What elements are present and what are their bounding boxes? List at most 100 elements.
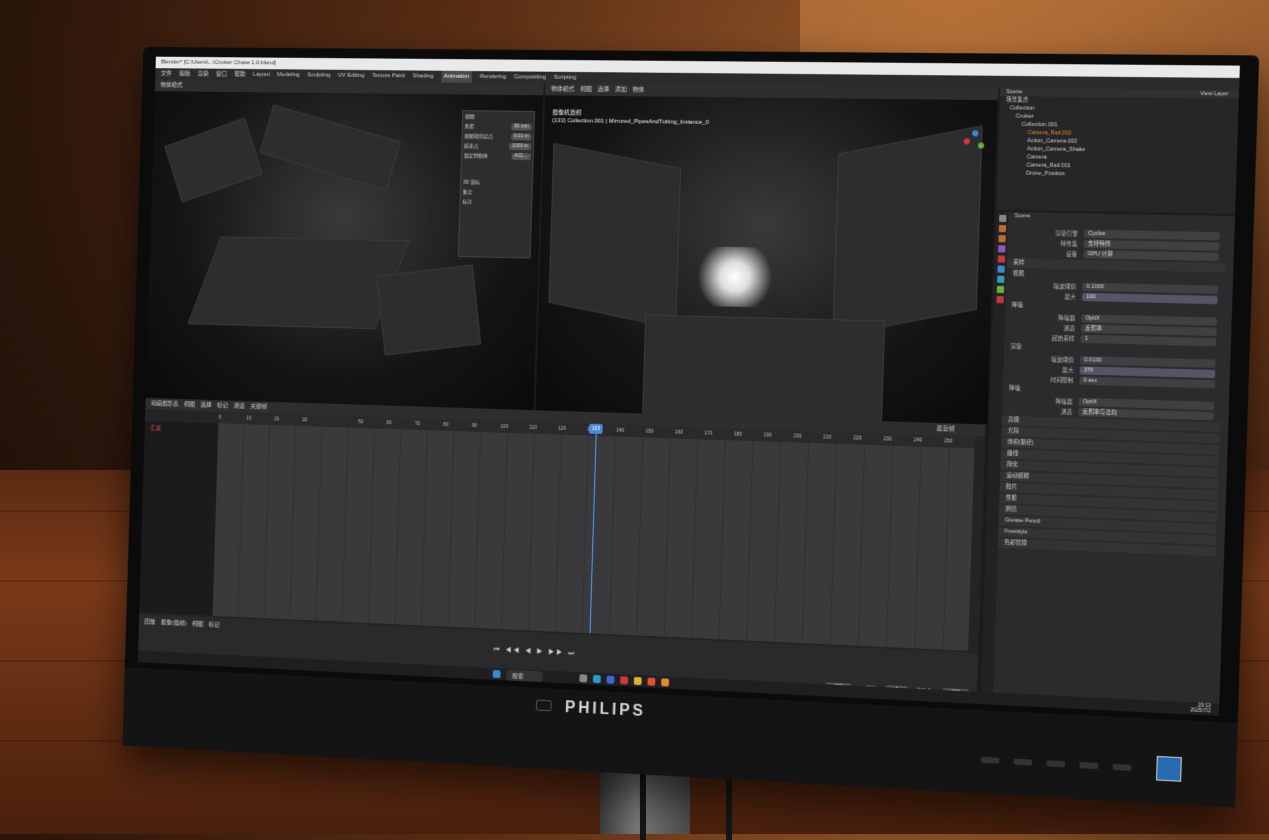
focal-field[interactable]: 50 mm: [511, 123, 532, 131]
ruler-tick: 60: [386, 420, 392, 427]
device-select[interactable]: GPU 计算: [1083, 249, 1220, 261]
ruler-tick: 100: [500, 423, 509, 430]
keying-menu[interactable]: 抠像(插帧): [161, 617, 187, 627]
channel-region: 汇总: [139, 420, 219, 616]
start-sample-field[interactable]: 1: [1080, 334, 1217, 346]
ds-menu-select[interactable]: 选择: [200, 400, 211, 412]
ds-menu-view[interactable]: 视图: [184, 399, 195, 411]
ruler-tick: 210: [823, 434, 832, 441]
clip-start-field[interactable]: 0.01 m: [510, 133, 532, 141]
file-explorer-icon[interactable]: [579, 674, 588, 683]
folder-icon[interactable]: [633, 676, 642, 686]
monitor-button[interactable]: [1046, 760, 1066, 768]
menu-add[interactable]: 添加: [615, 84, 627, 96]
ruler-tick: 240: [913, 437, 923, 444]
time-limit-field[interactable]: 0 sec: [1079, 375, 1216, 388]
menu-render[interactable]: 渲染: [197, 69, 208, 81]
monitor-button[interactable]: [1079, 762, 1099, 770]
tab-compositing[interactable]: Compositing: [514, 71, 546, 83]
viewport-info: 摄像机透视 (133) Collection.001 | Mirrored_Pi…: [552, 109, 709, 127]
tab-modeling[interactable]: Modeling: [277, 69, 300, 81]
wps-icon[interactable]: [647, 677, 656, 686]
menu-view[interactable]: 视图: [580, 84, 592, 96]
browser-icon[interactable]: [606, 675, 615, 684]
tab-scripting[interactable]: Scripting: [554, 72, 577, 84]
transport-controls[interactable]: ⏮ ◀◀ ◀ ▶ ▶▶ ⏭: [493, 646, 576, 658]
monitor: Blender* [C:\Users\...\Cruiser Chase 1.0…: [122, 46, 1260, 808]
playback-menu[interactable]: 回放: [144, 616, 155, 625]
ruler-tick: 30: [301, 417, 308, 424]
menu-select[interactable]: 选择: [597, 84, 610, 96]
monitor-button[interactable]: [980, 756, 1000, 764]
ruler-tick: 180: [733, 431, 743, 438]
focal-label: 焦距: [464, 123, 475, 130]
energy-star-logo: [1156, 755, 1182, 782]
system-clock[interactable]: 19:13 2025/7/2: [1190, 703, 1211, 715]
denoiser-label: 降噪器: [1058, 315, 1076, 322]
view-layer-selector[interactable]: View Layer: [1200, 90, 1239, 99]
search-box[interactable]: 搜索: [506, 669, 543, 683]
clip-end-field[interactable]: 1000 m: [509, 143, 532, 151]
ds-menu-channel[interactable]: 通道: [234, 401, 245, 413]
tab-rendering[interactable]: Rendering: [480, 71, 507, 83]
menu-window[interactable]: 窗口: [216, 69, 227, 81]
monitor-button[interactable]: [1013, 758, 1033, 766]
menu-edit[interactable]: 编辑: [179, 68, 190, 80]
ruler-tick: 140: [616, 427, 625, 434]
brand-logo: PHILIPS: [564, 699, 647, 721]
music-icon[interactable]: [620, 676, 629, 685]
ruler-tick: 250: [944, 438, 953, 445]
render-max-label: 最大: [1062, 367, 1074, 374]
tab-shading[interactable]: Shading: [412, 70, 433, 82]
tl-view-menu[interactable]: 视图: [192, 619, 203, 628]
device-label: 设备: [1065, 251, 1078, 258]
tab-layout[interactable]: Layout: [253, 69, 270, 81]
left-mode-select[interactable]: 物体模式: [160, 80, 182, 92]
power-button[interactable]: [1112, 763, 1132, 771]
clock-date: 2025/7/2: [1190, 707, 1211, 715]
render-passes-label: 通道: [1060, 409, 1073, 416]
lock-object-field[interactable]: ACL...: [511, 152, 531, 161]
clip-start-label: 视图裁剪起点: [464, 133, 494, 140]
camera-viewport[interactable]: 摄像机透视 (133) Collection.001 | Mirrored_Pi…: [535, 95, 998, 425]
max-samples-field[interactable]: 100: [1081, 292, 1218, 304]
ruler-tick: 200: [793, 433, 802, 440]
ruler-tick: 120: [558, 425, 567, 432]
tab-animation[interactable]: Animation: [440, 70, 473, 83]
tab-texture-paint[interactable]: Texture Paint: [372, 70, 405, 82]
left-viewport[interactable]: 视图 焦距 50 mm 视图裁剪起点 0.01 m 结束点 1000 m 锁定到物体 A…: [145, 91, 544, 411]
noise-threshold-label: 噪波阈值: [1053, 283, 1077, 291]
current-frame-indicator[interactable]: 133: [588, 423, 603, 435]
section-collections[interactable]: 集合: [463, 188, 473, 195]
menu-object[interactable]: 物体: [632, 84, 645, 96]
ruler-tick: 150: [645, 428, 654, 435]
navigation-gizmo[interactable]: [963, 130, 986, 153]
scene-selector[interactable]: Scene: [1006, 88, 1022, 96]
menu-file[interactable]: 文件: [161, 68, 172, 80]
tab-sculpting[interactable]: Sculpting: [307, 70, 330, 82]
section-3d-cursor[interactable]: 3D 游标: [463, 179, 480, 186]
clip-end-label: 结束点: [463, 143, 479, 150]
edge-icon[interactable]: [592, 674, 601, 684]
ds-menu-marker[interactable]: 标记: [217, 400, 228, 412]
ruler-tick: 70: [414, 421, 421, 428]
render-denoiser-label: 降噪器: [1055, 398, 1073, 406]
ruler-tick: 230: [883, 436, 892, 443]
tl-marker-menu[interactable]: 标记: [209, 619, 220, 628]
render-engine-label: 渲染引擎: [1055, 230, 1078, 238]
summary-channel[interactable]: 汇总: [145, 421, 219, 436]
blender-icon[interactable]: [661, 678, 670, 687]
menu-help[interactable]: 帮助: [234, 69, 245, 81]
editor-mode-select[interactable]: 动画摄影表: [151, 398, 179, 410]
outliner: Scene View Layer 场景集合 Collection Cruiser…: [996, 87, 1240, 214]
time-limit-label: 时间限制: [1050, 377, 1074, 384]
ruler-tick: 90: [471, 422, 478, 429]
section-annotations[interactable]: 标注: [462, 198, 472, 205]
keyframe-area[interactable]: [212, 423, 975, 651]
ruler-tick: 50: [358, 419, 364, 426]
right-mode-select[interactable]: 物体模式: [551, 84, 575, 96]
tab-uv-editing[interactable]: UV Editing: [338, 70, 365, 82]
ds-menu-key[interactable]: 关键帧: [250, 401, 267, 413]
start-icon[interactable]: [492, 669, 501, 679]
ruler-tick: 190: [763, 432, 772, 439]
